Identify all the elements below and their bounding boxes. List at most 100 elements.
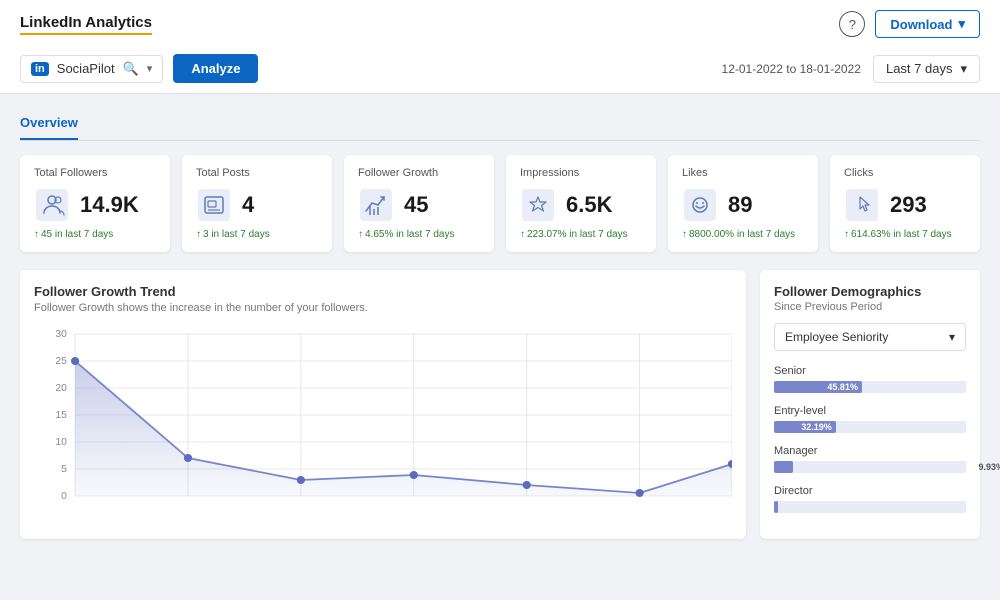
arrow-up-icon: ↑ <box>196 229 201 240</box>
demographics-item-entry: Entry-level 32.19% <box>774 405 966 433</box>
stats-grid: Total Followers 14.9K ↑ <box>20 155 980 252</box>
date-range-text: 12-01-2022 to 18-01-2022 <box>722 62 861 76</box>
stat-card-followers: Total Followers 14.9K ↑ <box>20 155 170 252</box>
impressions-icon <box>520 187 556 223</box>
demo-label-director: Director <box>774 485 966 497</box>
stat-value-followers: 14.9K <box>80 192 139 218</box>
svg-text:15: 15 <box>55 410 67 421</box>
demographics-item-senior: Senior 45.81% <box>774 365 966 393</box>
main-content: Overview Total Followers <box>0 94 1000 554</box>
demographics-dropdown-label: Employee Seniority <box>785 330 888 344</box>
stat-value-impressions: 6.5K <box>566 192 612 218</box>
stat-change-posts: ↑ 3 in last 7 days <box>196 229 318 240</box>
header-actions: ? Download ▾ <box>839 10 980 38</box>
stat-card-impressions: Impressions 6.5K ↑ 223.07% in last 7 day… <box>506 155 656 252</box>
app-container: LinkedIn Analytics ? Download ▾ in Socia… <box>0 0 1000 600</box>
svg-text:10: 10 <box>55 437 67 448</box>
clicks-icon <box>844 187 880 223</box>
followers-icon <box>34 187 70 223</box>
download-button[interactable]: Download ▾ <box>875 10 980 38</box>
svg-text:5: 5 <box>61 464 67 475</box>
linkedin-badge: in <box>31 62 49 76</box>
account-selector[interactable]: in SociaPilot 🔍 ▾ <box>20 55 163 83</box>
help-button[interactable]: ? <box>839 11 865 37</box>
stat-change-clicks: ↑ 614.63% in last 7 days <box>844 229 966 240</box>
bar-fill-entry: 32.19% <box>774 421 836 433</box>
period-chevron-icon: ▾ <box>960 61 967 77</box>
stat-card-growth: Follower Growth 45 <box>344 155 494 252</box>
tab-overview[interactable]: Overview <box>20 109 78 140</box>
stat-label-followers: Total Followers <box>34 167 156 179</box>
stat-label-likes: Likes <box>682 167 804 179</box>
period-selector[interactable]: Last 7 days ▾ <box>873 55 980 83</box>
stat-main-followers: 14.9K <box>34 187 156 223</box>
stat-card-clicks: Clicks 293 ↑ 614.63% in last 7 days <box>830 155 980 252</box>
chart-panel: Follower Growth Trend Follower Growth sh… <box>20 270 746 539</box>
stat-card-likes: Likes 89 ↑ 8800.00% <box>668 155 818 252</box>
stat-main-growth: 45 <box>358 187 480 223</box>
arrow-up-icon: ↑ <box>358 229 363 240</box>
stat-value-likes: 89 <box>728 192 752 218</box>
demographics-chevron-icon: ▾ <box>949 330 955 344</box>
bar-manager: 9.93% <box>774 461 966 473</box>
download-label: Download <box>890 17 952 32</box>
arrow-up-icon: ↑ <box>520 229 525 240</box>
svg-text:25: 25 <box>55 356 67 367</box>
demographics-item-director: Director <box>774 485 966 513</box>
bar-fill-manager: 9.93% <box>774 461 793 473</box>
stat-card-posts: Total Posts 4 ↑ 3 in last 7 days <box>182 155 332 252</box>
demographics-panel: Follower Demographics Since Previous Per… <box>760 270 980 539</box>
bar-pct-senior: 45.81% <box>827 382 858 392</box>
stat-label-clicks: Clicks <box>844 167 966 179</box>
date-range: 12-01-2022 to 18-01-2022 Last 7 days ▾ <box>722 55 980 83</box>
demographics-subtitle: Since Previous Period <box>774 301 966 313</box>
demographics-item-manager: Manager 9.93% <box>774 445 966 473</box>
arrow-up-icon: ↑ <box>844 229 849 240</box>
header-top: LinkedIn Analytics ? Download ▾ <box>20 10 980 46</box>
period-label: Last 7 days <box>886 61 953 76</box>
svg-text:0: 0 <box>61 491 67 502</box>
arrow-up-icon: ↑ <box>682 229 687 240</box>
stat-value-growth: 45 <box>404 192 428 218</box>
account-search-icon[interactable]: 🔍 <box>123 61 139 77</box>
demo-label-manager: Manager <box>774 445 966 457</box>
stat-change-impressions: ↑ 223.07% in last 7 days <box>520 229 642 240</box>
logo-title: LinkedIn Analytics <box>20 14 152 35</box>
demographics-dropdown[interactable]: Employee Seniority ▾ <box>774 323 966 351</box>
bar-director <box>774 501 966 513</box>
account-name: SociaPilot <box>57 61 115 76</box>
demo-label-senior: Senior <box>774 365 966 377</box>
download-chevron-icon: ▾ <box>958 16 965 32</box>
bar-entry: 32.19% <box>774 421 966 433</box>
stat-main-clicks: 293 <box>844 187 966 223</box>
stat-change-followers: ↑ 45 in last 7 days <box>34 229 156 240</box>
header: LinkedIn Analytics ? Download ▾ in Socia… <box>0 0 1000 94</box>
app-title: LinkedIn Analytics <box>20 14 152 31</box>
logo-underline <box>20 33 152 35</box>
stat-change-likes: ↑ 8800.00% in last 7 days <box>682 229 804 240</box>
chart-area: 0 5 10 15 20 25 30 <box>34 324 732 514</box>
bar-fill-director <box>774 501 778 513</box>
likes-icon <box>682 187 718 223</box>
bar-senior: 45.81% <box>774 381 966 393</box>
posts-icon <box>196 187 232 223</box>
demo-label-entry: Entry-level <box>774 405 966 417</box>
stat-main-posts: 4 <box>196 187 318 223</box>
demographics-title: Follower Demographics <box>774 284 966 299</box>
bar-fill-senior: 45.81% <box>774 381 862 393</box>
svg-text:20: 20 <box>55 383 67 394</box>
svg-text:30: 30 <box>55 329 67 340</box>
stat-value-posts: 4 <box>242 192 254 218</box>
tab-bar: Overview <box>20 109 980 141</box>
bar-pct-manager: 9.93% <box>978 462 1000 472</box>
chart-title: Follower Growth Trend <box>34 284 732 299</box>
stat-main-impressions: 6.5K <box>520 187 642 223</box>
bar-pct-entry: 32.19% <box>801 422 832 432</box>
analyze-button[interactable]: Analyze <box>173 54 258 83</box>
account-chevron-icon: ▾ <box>147 62 153 75</box>
stat-label-impressions: Impressions <box>520 167 642 179</box>
stat-main-likes: 89 <box>682 187 804 223</box>
chart-subtitle: Follower Growth shows the increase in th… <box>34 302 732 314</box>
stat-label-posts: Total Posts <box>196 167 318 179</box>
growth-icon <box>358 187 394 223</box>
